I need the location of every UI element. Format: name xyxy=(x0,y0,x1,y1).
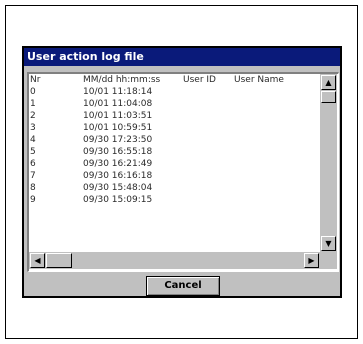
log-row[interactable]: 9 09/30 15:09:15 xyxy=(29,194,320,206)
log-row-time: 09/30 16:21:49 xyxy=(83,159,153,169)
log-row-time: 10/01 11:04:08 xyxy=(83,99,153,109)
arrow-down-icon[interactable]: ▼ xyxy=(321,236,336,251)
log-row-time: 09/30 15:09:15 xyxy=(83,195,153,205)
log-row-nr: 7 xyxy=(30,171,36,181)
log-row[interactable]: 5 09/30 16:55:18 xyxy=(29,146,320,158)
log-row-nr: 8 xyxy=(30,183,36,193)
log-row-time: 10/01 11:18:14 xyxy=(83,87,153,97)
log-row-time: 10/01 11:03:51 xyxy=(83,111,153,121)
log-row[interactable]: 2 10/01 11:03:51 xyxy=(29,110,320,122)
log-row[interactable]: 0 10/01 11:18:14 xyxy=(29,86,320,98)
log-row-nr: 3 xyxy=(30,123,36,133)
dialog-title: User action log file xyxy=(24,48,340,66)
log-row-nr: 1 xyxy=(30,99,36,109)
arrow-left-icon[interactable]: ◀ xyxy=(30,253,45,268)
column-header-nr: Nr xyxy=(30,75,41,85)
column-header-time: MM/dd hh:mm:ss xyxy=(83,75,161,85)
horizontal-scrollbar[interactable]: ◀ ▶ xyxy=(29,252,320,269)
log-row-time: 09/30 16:55:18 xyxy=(83,147,153,157)
log-row-nr: 4 xyxy=(30,135,36,145)
log-row-nr: 9 xyxy=(30,195,36,205)
log-list-content: Nr MM/dd hh:mm:ss User ID User Name 0 10… xyxy=(29,74,320,252)
column-header-user-name: User Name xyxy=(234,75,284,85)
log-row[interactable]: 7 09/30 16:16:18 xyxy=(29,170,320,182)
user-action-log-dialog: User action log file Nr MM/dd hh:mm:ss U… xyxy=(22,46,342,298)
log-row[interactable]: 4 09/30 17:23:50 xyxy=(29,134,320,146)
log-row-time: 09/30 15:48:04 xyxy=(83,183,153,193)
arrow-up-icon[interactable]: ▲ xyxy=(321,75,336,90)
log-row-nr: 2 xyxy=(30,111,36,121)
horizontal-scroll-thumb[interactable] xyxy=(46,253,72,268)
cancel-button[interactable]: Cancel xyxy=(146,276,220,296)
log-row[interactable]: 6 09/30 16:21:49 xyxy=(29,158,320,170)
log-row-nr: 0 xyxy=(30,87,36,97)
log-row[interactable]: 8 09/30 15:48:04 xyxy=(29,182,320,194)
log-row[interactable]: 3 10/01 10:59:51 xyxy=(29,122,320,134)
column-header-user-id: User ID xyxy=(183,75,216,85)
column-header-row: Nr MM/dd hh:mm:ss User ID User Name xyxy=(29,74,320,86)
log-row-time: 10/01 10:59:51 xyxy=(83,123,153,133)
log-list[interactable]: Nr MM/dd hh:mm:ss User ID User Name 0 10… xyxy=(27,72,339,272)
log-row-time: 09/30 16:16:18 xyxy=(83,171,153,181)
log-row[interactable]: 1 10/01 11:04:08 xyxy=(29,98,320,110)
vertical-scroll-thumb[interactable] xyxy=(321,91,336,103)
arrow-right-icon[interactable]: ▶ xyxy=(304,253,319,268)
vertical-scrollbar[interactable]: ▲ ▼ xyxy=(320,74,337,252)
log-row-time: 09/30 17:23:50 xyxy=(83,135,153,145)
log-row-nr: 6 xyxy=(30,159,36,169)
scrollbar-corner xyxy=(320,252,337,269)
log-row-nr: 5 xyxy=(30,147,36,157)
